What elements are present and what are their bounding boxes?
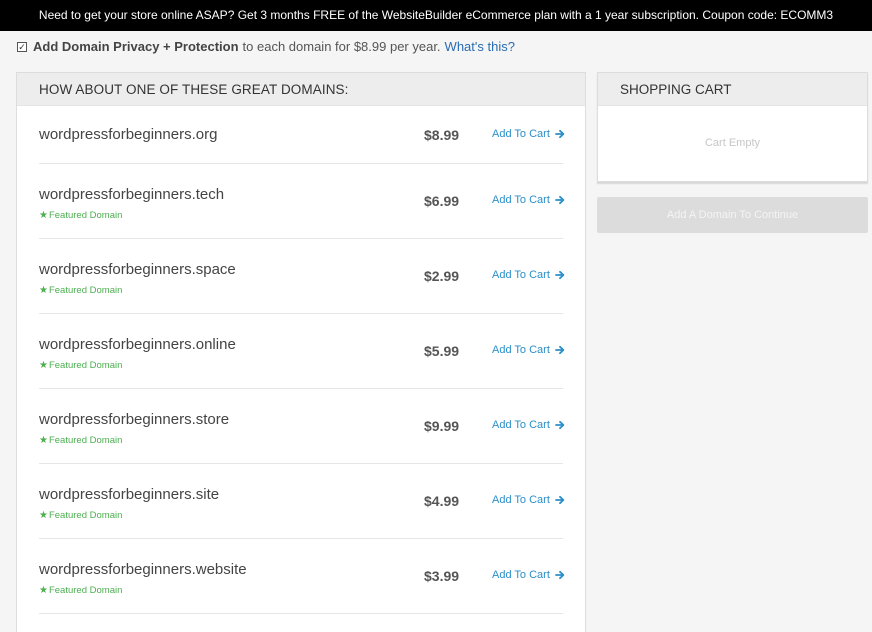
domain-row: wordpressforbeginners.store ★ Featured Dom… bbox=[39, 389, 565, 464]
add-to-cart-label: Add To Cart bbox=[492, 128, 550, 140]
domain-row: wordpressforbeginners.tech ★ Featured Doma… bbox=[39, 164, 565, 239]
add-to-cart-button[interactable]: Add To Cart bbox=[492, 344, 565, 356]
arrow-right-icon bbox=[554, 495, 565, 505]
add-to-cart-label: Add To Cart bbox=[492, 494, 550, 506]
domain-name: wordpressforbeginners.space bbox=[39, 261, 236, 278]
featured-label: Featured Domain bbox=[48, 585, 123, 596]
star-icon: ★ bbox=[39, 210, 48, 221]
domain-price: $6.99 bbox=[424, 193, 460, 209]
suggestions-title: HOW ABOUT ONE OF THESE GREAT DOMAINS: bbox=[17, 73, 585, 106]
featured-label: Featured Domain bbox=[48, 285, 123, 296]
privacy-label: Add Domain Privacy + Protection bbox=[33, 38, 239, 54]
featured-label: Featured Domain bbox=[48, 360, 123, 371]
domain-row: wordpressforbeginners.website ★ Featured D… bbox=[39, 539, 565, 614]
promo-banner: Need to get your store online ASAP? Get … bbox=[0, 0, 872, 31]
add-to-cart-button[interactable]: Add To Cart bbox=[492, 128, 565, 140]
cart-empty-text: Cart Empty bbox=[704, 137, 760, 149]
featured-label: Featured Domain bbox=[48, 510, 123, 521]
add-to-cart-label: Add To Cart bbox=[492, 344, 550, 356]
featured-badge: ★ Featured Domain bbox=[39, 360, 122, 371]
featured-badge: ★ Featured Domain bbox=[39, 285, 122, 296]
add-to-cart-button[interactable]: Add To Cart bbox=[492, 194, 565, 206]
domain-price: $8.99 bbox=[424, 127, 460, 143]
arrow-right-icon bbox=[554, 270, 565, 280]
domain-name: wordpressforbeginners.store bbox=[39, 411, 230, 428]
star-icon: ★ bbox=[39, 360, 48, 371]
privacy-option: ✓ Add Domain Privacy + Protection to eac… bbox=[17, 37, 515, 55]
domain-name: wordpressforbeginners.website bbox=[39, 561, 247, 578]
add-to-cart-label: Add To Cart bbox=[492, 269, 550, 281]
promo-text: Need to get your store online ASAP? Get … bbox=[38, 8, 834, 22]
domain-price: $9.99 bbox=[424, 418, 460, 434]
featured-badge: ★ Featured Domain bbox=[39, 585, 122, 596]
domain-row: wordpressforbeginners.online ★ Featured Do… bbox=[39, 314, 565, 389]
privacy-description: to each domain for $8.99 per year. bbox=[242, 38, 441, 54]
featured-label: Featured Domain bbox=[48, 210, 123, 221]
featured-badge: ★ Featured Domain bbox=[39, 210, 122, 221]
arrow-right-icon bbox=[554, 420, 565, 430]
featured-badge: ★ Featured Domain bbox=[39, 510, 122, 521]
domain-price: $5.99 bbox=[424, 343, 460, 359]
continue-button[interactable]: Add A Domain To Continue bbox=[597, 197, 868, 233]
shopping-cart-panel: SHOPPING CART Cart Empty bbox=[597, 72, 868, 182]
add-to-cart-label: Add To Cart bbox=[492, 569, 550, 581]
featured-badge: ★ Featured Domain bbox=[39, 435, 122, 446]
star-icon: ★ bbox=[39, 285, 48, 296]
add-to-cart-button[interactable]: Add To Cart bbox=[492, 569, 565, 581]
add-to-cart-button[interactable]: Add To Cart bbox=[492, 419, 565, 431]
add-to-cart-label: Add To Cart bbox=[492, 194, 550, 206]
star-icon: ★ bbox=[39, 435, 48, 446]
privacy-checkbox[interactable]: ✓ bbox=[17, 42, 27, 52]
whats-this-link[interactable]: What's this? bbox=[445, 39, 515, 54]
domain-row: wordpressforbeginners.site ★ Featured Doma… bbox=[39, 464, 565, 539]
domain-name: wordpressforbeginners.tech bbox=[39, 186, 225, 203]
arrow-right-icon bbox=[554, 345, 565, 355]
cart-title: SHOPPING CART bbox=[598, 73, 867, 106]
arrow-right-icon bbox=[554, 570, 565, 580]
domain-price: $2.99 bbox=[424, 268, 460, 284]
add-to-cart-label: Add To Cart bbox=[492, 419, 550, 431]
add-to-cart-button[interactable]: Add To Cart bbox=[492, 494, 565, 506]
domain-price: $4.99 bbox=[424, 493, 460, 509]
domain-price: $3.99 bbox=[424, 568, 460, 584]
domain-list: wordpressforbeginners.org $8.99 Add To Car… bbox=[17, 106, 585, 614]
featured-label: Featured Domain bbox=[48, 435, 123, 446]
domain-name: wordpressforbeginners.site bbox=[39, 486, 220, 503]
domain-suggestions-panel: HOW ABOUT ONE OF THESE GREAT DOMAINS: wo… bbox=[16, 72, 586, 632]
domain-name: wordpressforbeginners.online bbox=[39, 336, 236, 353]
arrow-right-icon bbox=[554, 129, 565, 139]
domain-row: wordpressforbeginners.org $8.99 Add To Car… bbox=[39, 106, 565, 164]
arrow-right-icon bbox=[554, 195, 565, 205]
domain-row: wordpressforbeginners.space ★ Featured Dom… bbox=[39, 239, 565, 314]
add-to-cart-button[interactable]: Add To Cart bbox=[492, 269, 565, 281]
domain-name: wordpressforbeginners.org bbox=[39, 126, 218, 143]
star-icon: ★ bbox=[39, 510, 48, 521]
star-icon: ★ bbox=[39, 585, 48, 596]
